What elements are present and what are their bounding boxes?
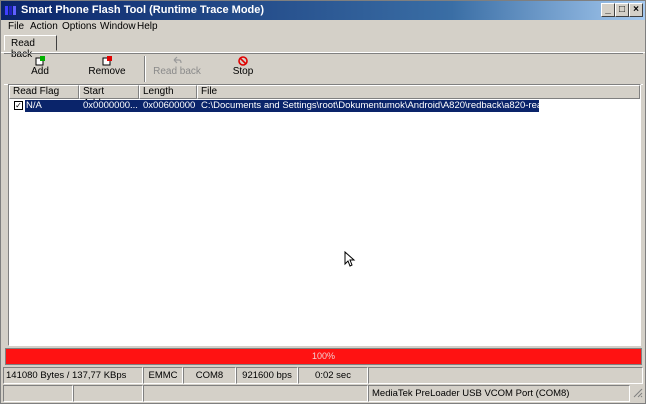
remove-label: Remove [88,66,126,77]
window-title: Smart Phone Flash Tool (Runtime Trace Mo… [21,4,265,16]
close-button[interactable]: × [629,3,643,17]
status-bytes: 141080 Bytes / 137,77 KBps [3,367,143,384]
add-button[interactable]: Add [10,56,70,82]
menu-bar: File Action Options Window Help [1,20,645,34]
status-bar: 141080 Bytes / 137,77 KBps EMMC COM8 921… [3,367,643,384]
menu-options[interactable]: Options [62,21,96,32]
toolbar: Add Remove Read back Stop [4,53,643,85]
add-icon [35,56,45,66]
stop-button[interactable]: Stop [213,56,273,82]
column-length[interactable]: Length [139,85,197,99]
status-baud: 921600 bps [236,367,298,384]
column-file[interactable]: File [197,85,640,99]
readback-list[interactable]: Read Flag Start Address Length File ✓ N/… [8,84,641,346]
maximize-button[interactable]: □ [615,3,629,17]
read-flag-cell: ✓ N/A [11,100,79,112]
resize-grip-icon[interactable] [630,385,643,402]
start-address-cell: 0x0000000... [79,100,139,112]
menu-window[interactable]: Window [100,21,136,32]
column-read-flag[interactable]: Read Flag [9,85,79,99]
toolbar-separator [144,56,146,82]
tab-read-back[interactable]: Read back [4,35,57,60]
status-device: MediaTek PreLoader USB VCOM Port (COM8) [368,385,630,402]
status-time: 0:02 sec [298,367,368,384]
remove-icon [102,56,112,66]
progress-bar: 100% [5,348,642,365]
tab-strip: Read back [1,34,645,60]
read-back-label: Read back [153,66,201,77]
title-bar[interactable]: Smart Phone Flash Tool (Runtime Trace Mo… [1,1,645,20]
status-empty [368,367,643,384]
minimize-button[interactable]: _ [601,3,615,17]
app-icon [5,6,16,15]
menu-action[interactable]: Action [30,21,58,32]
read-flag-value: N/A [25,100,79,112]
app-window: Smart Phone Flash Tool (Runtime Trace Mo… [0,0,646,404]
progress-label: 100% [311,351,336,361]
status-cell-3 [143,385,368,402]
file-path-cell: C:\Documents and Settings\root\Dokumentu… [197,100,539,112]
row-checkbox[interactable]: ✓ [14,101,23,110]
menu-file[interactable]: File [8,21,24,32]
status-storage: EMMC [143,367,183,384]
status-port: COM8 [183,367,236,384]
stop-icon [238,56,248,66]
menu-help[interactable]: Help [137,21,158,32]
undo-arrow-icon [173,56,182,64]
remove-button[interactable]: Remove [77,56,137,82]
column-start-address[interactable]: Start Address [79,85,139,109]
stop-label: Stop [232,66,254,77]
status-bar-secondary: MediaTek PreLoader USB VCOM Port (COM8) [3,385,643,402]
add-label: Add [31,66,49,77]
status-cell-1 [3,385,73,402]
mouse-cursor-icon [344,251,356,267]
length-cell: 0x00600000 [139,100,197,112]
read-back-button[interactable]: Read back [147,56,207,82]
status-cell-2 [73,385,143,402]
